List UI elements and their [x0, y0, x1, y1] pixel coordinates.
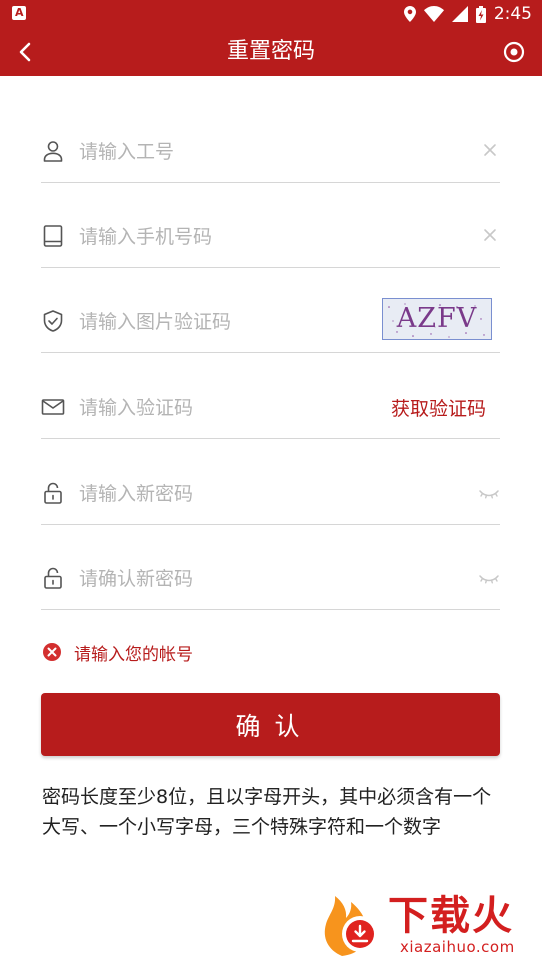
new-password-input[interactable]	[79, 474, 379, 514]
phone-row	[41, 207, 500, 268]
location-icon	[403, 6, 416, 22]
wifi-icon	[423, 6, 444, 22]
app-bar: 重置密码	[0, 28, 542, 76]
flame-logo-icon	[324, 896, 378, 956]
eye-closed-icon[interactable]	[478, 484, 500, 502]
status-bar: A 2:45	[0, 0, 542, 28]
get-code-button[interactable]: 获取验证码	[391, 394, 486, 421]
sms-code-input[interactable]	[79, 388, 329, 428]
target-button[interactable]	[496, 34, 532, 70]
clear-icon[interactable]	[480, 140, 500, 160]
watermark-subtitle: xiazaihuo.com	[400, 938, 515, 956]
watermark-title: 下载火	[388, 893, 514, 939]
user-icon	[43, 141, 63, 162]
confirm-password-row	[41, 549, 500, 610]
captcha-image[interactable]: AZFV	[382, 298, 492, 340]
status-time: 2:45	[493, 4, 532, 24]
clear-icon[interactable]	[480, 225, 500, 245]
password-hint: 密码长度至少8位，且以字母开头，其中必须含有一个大写、一个小写字母，三个特殊字符…	[42, 786, 492, 838]
error-message: 请输入您的帐号	[42, 640, 193, 665]
phone-input[interactable]	[79, 217, 379, 257]
captcha-text: AZFV	[396, 303, 478, 334]
error-icon	[43, 643, 61, 661]
battery-icon	[475, 5, 486, 23]
employee-id-input[interactable]	[79, 132, 379, 172]
app-notification-badge: A	[15, 6, 24, 19]
confirm-button[interactable]: 确认	[41, 693, 500, 756]
status-icons: 2:45	[403, 0, 532, 28]
cellular-signal-icon	[451, 6, 468, 22]
eye-closed-icon[interactable]	[478, 569, 500, 587]
phone-icon	[43, 225, 63, 247]
lock-icon	[44, 567, 62, 589]
captcha-input[interactable]	[79, 302, 329, 342]
watermark: 下载火 xiazaihuo.com	[318, 890, 542, 962]
sms-code-row: 获取验证码	[41, 378, 500, 439]
error-text: 请输入您的帐号	[74, 644, 193, 665]
target-icon	[503, 41, 525, 63]
page-title: 重置密码	[226, 39, 315, 64]
captcha-row: AZFV	[41, 292, 500, 353]
app-notification-icon: A	[12, 6, 26, 20]
shield-check-icon	[43, 310, 63, 332]
new-password-row	[41, 464, 500, 525]
lock-icon	[44, 482, 62, 504]
employee-id-row	[41, 122, 500, 183]
confirm-password-input[interactable]	[79, 559, 379, 599]
mail-icon	[41, 399, 65, 415]
